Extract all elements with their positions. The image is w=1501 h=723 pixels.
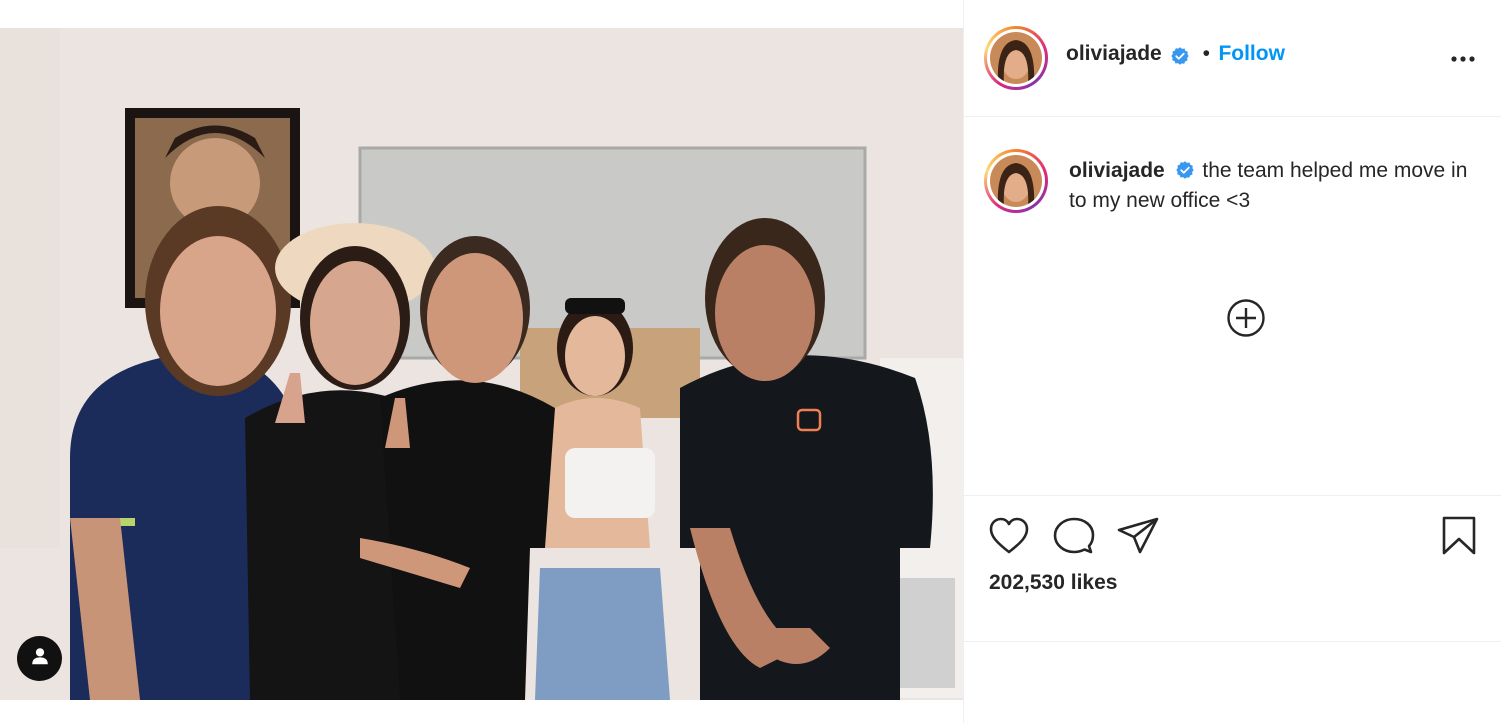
caption-username[interactable]: oliviajade bbox=[1069, 159, 1165, 182]
header-avatar[interactable] bbox=[984, 26, 1048, 90]
photo-illustration bbox=[0, 28, 963, 700]
post-media[interactable] bbox=[0, 0, 963, 723]
post-photo[interactable] bbox=[0, 28, 963, 700]
follow-button[interactable]: Follow bbox=[1218, 42, 1285, 65]
heart-icon[interactable] bbox=[988, 516, 1030, 561]
tagged-users-button[interactable] bbox=[17, 636, 62, 681]
caption-avatar[interactable] bbox=[984, 149, 1048, 213]
verified-badge-icon bbox=[1175, 159, 1195, 180]
post-side-panel: oliviajade • Follow oliviajade the team … bbox=[964, 0, 1501, 723]
bookmark-icon[interactable] bbox=[1441, 515, 1477, 562]
user-tag-icon bbox=[29, 645, 51, 672]
likes-count[interactable]: 202,530 likes bbox=[989, 571, 1117, 595]
caption-section: oliviajade the team helped me move in to… bbox=[964, 118, 1501, 496]
add-circle-icon[interactable] bbox=[1226, 298, 1266, 343]
share-icon[interactable] bbox=[1116, 516, 1160, 561]
comment-icon[interactable] bbox=[1053, 516, 1095, 561]
more-options-icon[interactable] bbox=[1450, 48, 1476, 73]
header-user-row: oliviajade • Follow bbox=[1066, 42, 1285, 66]
post-header: oliviajade • Follow bbox=[964, 0, 1501, 117]
caption: oliviajade the team helped me move in to… bbox=[1069, 156, 1489, 216]
post-actions: 202,530 likes bbox=[964, 497, 1501, 642]
header-separator: • bbox=[1202, 42, 1210, 65]
header-username[interactable]: oliviajade bbox=[1066, 42, 1162, 65]
verified-badge-icon bbox=[1170, 46, 1190, 66]
